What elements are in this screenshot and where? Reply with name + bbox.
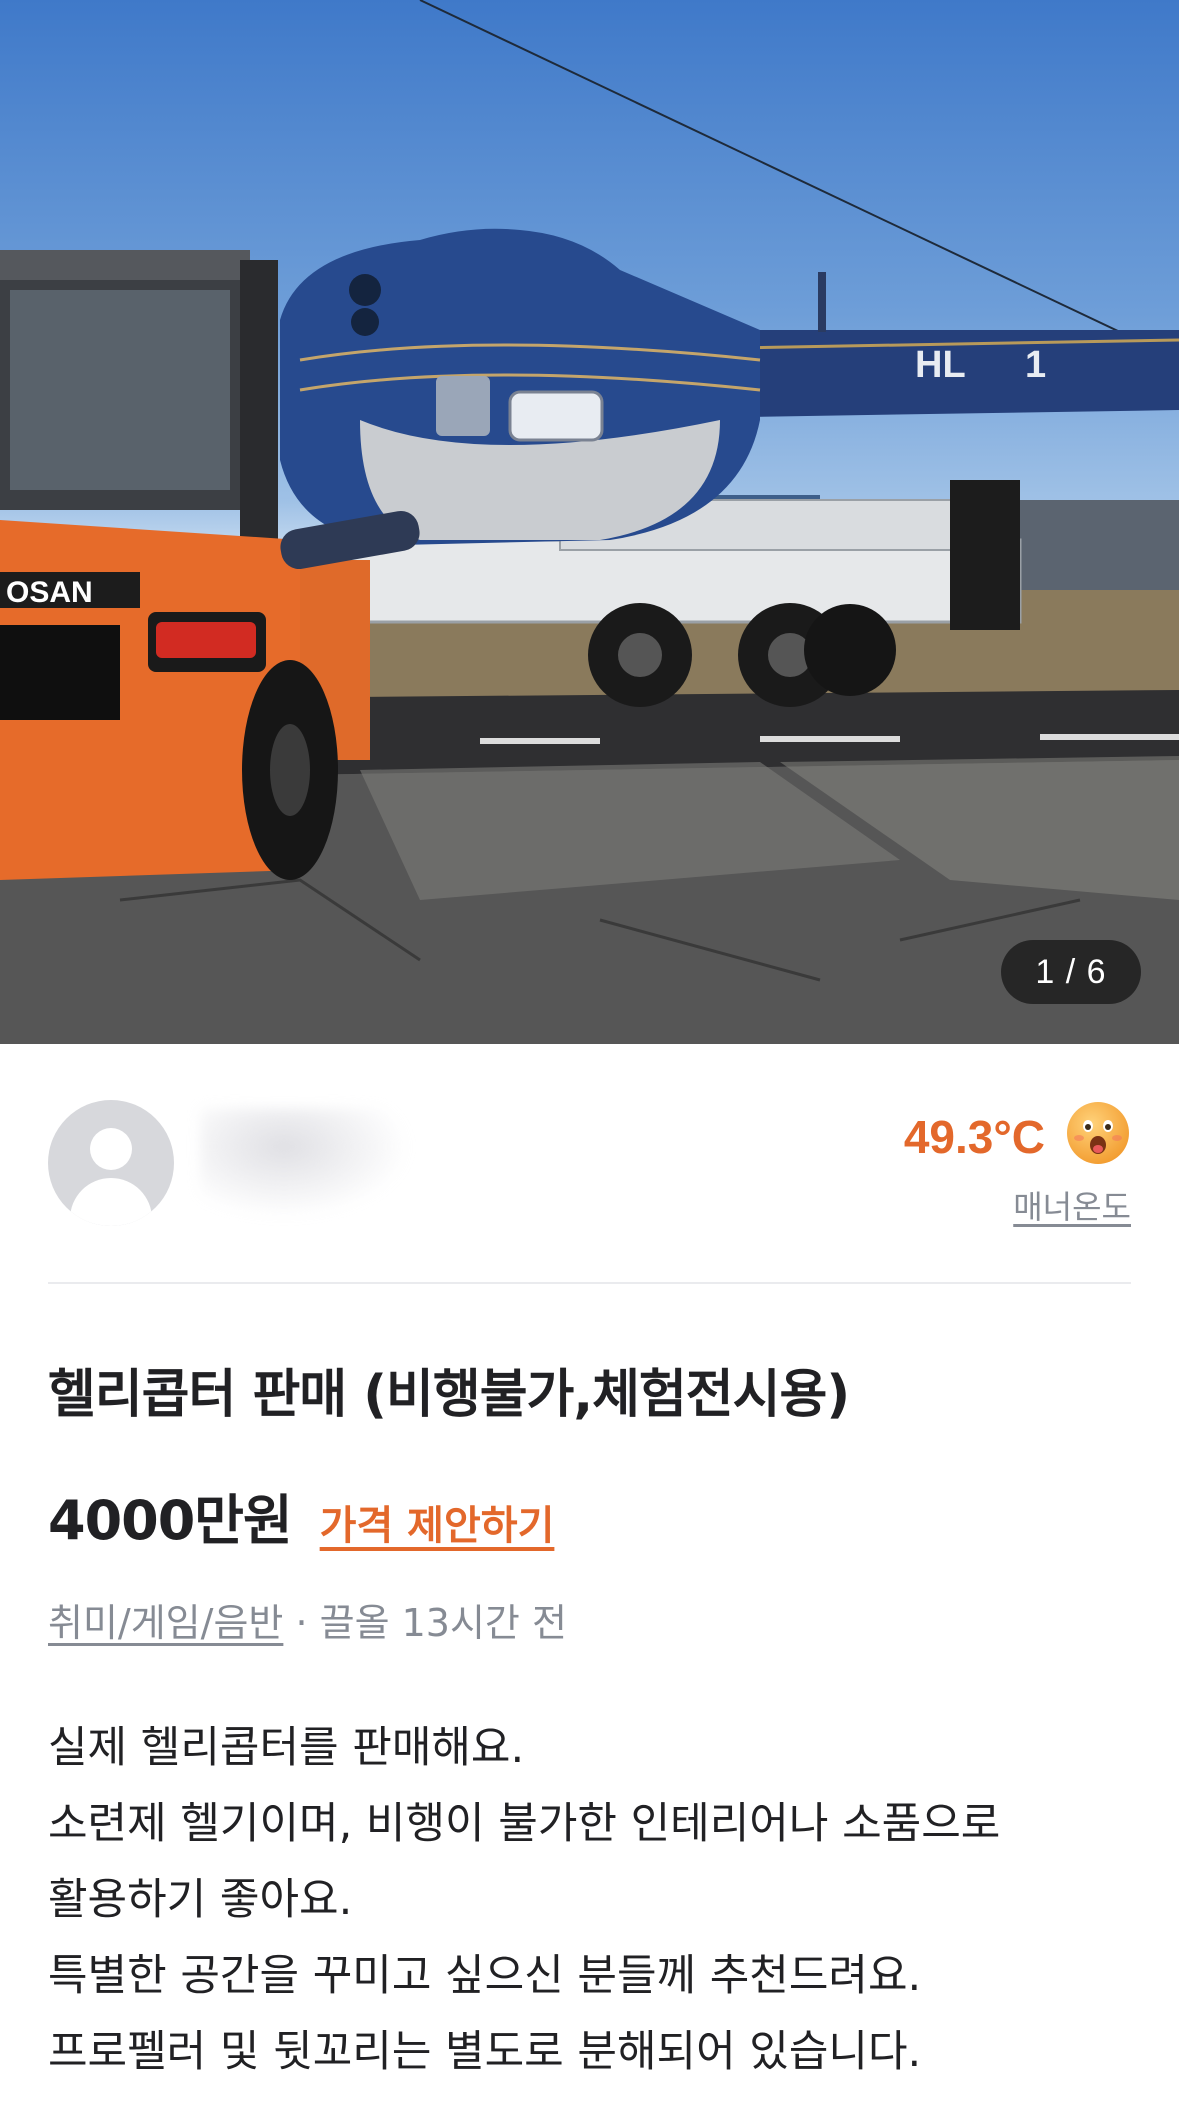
forklift-brand: OSAN <box>6 576 93 609</box>
image-counter: 1 / 6 <box>1001 940 1141 1004</box>
listing-title: 헬리콥터 판매 (비행불가,체험전시용) <box>48 1365 850 1425</box>
default-user-icon[interactable] <box>48 1100 174 1226</box>
bump-time: · 끌올 13시간 전 <box>283 1601 567 1645</box>
seller-profile[interactable]: 49.3°C 매너온도 <box>0 1044 1179 1284</box>
product-photo[interactable]: HL 1 OSAN 1 / 6 <box>0 0 1179 1044</box>
photo-illustration: HL 1 OSAN <box>0 0 1179 1044</box>
smiling-face-icon <box>1067 1102 1129 1164</box>
svg-text:1: 1 <box>1025 344 1046 386</box>
manner-temperature[interactable]: 49.3°C 매너온도 <box>831 1100 1131 1230</box>
manner-temperature-link[interactable]: 매너온도 <box>1013 1182 1131 1228</box>
price-row: 4000만원 가격 제안하기 <box>48 1476 554 1556</box>
seller-name-blurred[interactable] <box>200 1108 410 1218</box>
description-line: 소련제 헬기이며, 비행이 불가한 인테리어나 소품으로 <box>48 1799 1001 1849</box>
description-line: 특별한 공간을 꾸미고 싶으신 분들께 추천드려요. <box>48 1951 922 2001</box>
listing-description: 실제 헬리콥터를 판매해요. 소련제 헬기이며, 비행이 불가한 인테리어나 소… <box>48 1710 1138 2090</box>
price-offer-link[interactable]: 가격 제안하기 <box>320 1493 555 1551</box>
temperature-value: 49.3°C <box>903 1111 1045 1163</box>
divider <box>48 1282 1131 1284</box>
description-line: 실제 헬리콥터를 판매해요. <box>48 1723 525 1773</box>
listing-price: 4000만원 <box>48 1489 293 1552</box>
helicopter-registration: HL <box>915 344 966 386</box>
description-line: 활용하기 좋아요. <box>48 1875 353 1925</box>
category-link[interactable]: 취미/게임/음반 <box>48 1601 283 1645</box>
description-line: 프로펠러 및 뒷꼬리는 별도로 분해되어 있습니다. <box>48 2027 922 2077</box>
listing-meta: 취미/게임/음반 · 끌올 13시간 전 <box>48 1592 567 1647</box>
